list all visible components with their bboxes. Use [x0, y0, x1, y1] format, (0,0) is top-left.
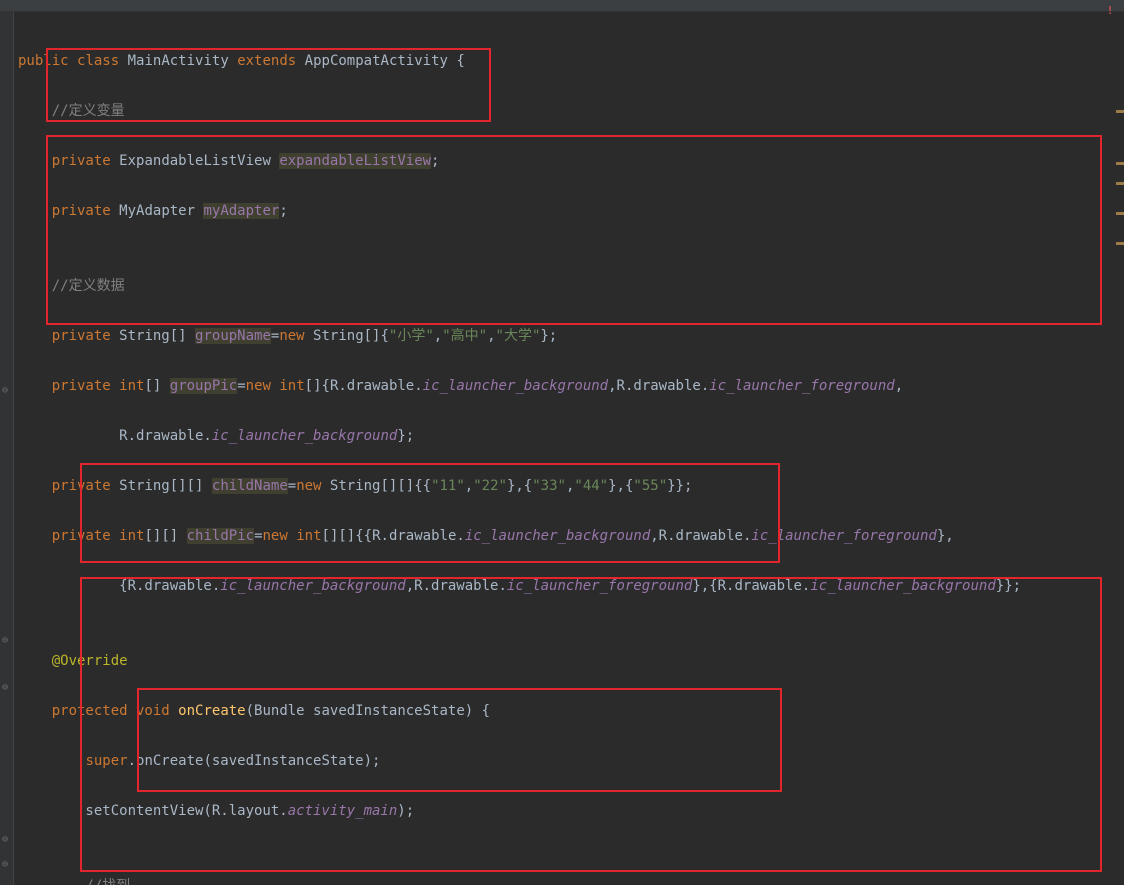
- mark[interactable]: [1116, 242, 1124, 245]
- code-editor[interactable]: public class MainActivity extends AppCom…: [14, 12, 1124, 885]
- keyword: class: [77, 53, 119, 69]
- keyword: public: [18, 53, 69, 69]
- mark[interactable]: [1116, 182, 1124, 185]
- keyword: extends: [237, 53, 296, 69]
- method: onCreate: [178, 703, 245, 719]
- editor-top-bar: [0, 0, 1124, 12]
- class-name: MainActivity: [128, 53, 229, 69]
- mark[interactable]: [1116, 162, 1124, 165]
- comment: //定义数据: [18, 278, 125, 294]
- fold-mark-icon[interactable]: ⊖: [2, 385, 12, 395]
- right-scroll-marks[interactable]: [1114, 12, 1124, 885]
- fold-mark-icon[interactable]: ⊖: [2, 635, 12, 645]
- mark[interactable]: [1116, 212, 1124, 215]
- annotation: @Override: [52, 653, 128, 669]
- fold-mark-icon[interactable]: ⊖: [2, 859, 12, 869]
- comment: //找到: [18, 878, 130, 885]
- field-highlight: expandableListView: [279, 153, 431, 169]
- super-class: AppCompatActivity: [305, 53, 448, 69]
- comment: //定义变量: [18, 103, 125, 119]
- fold-mark-icon[interactable]: ⊖: [2, 682, 12, 692]
- fold-mark-icon[interactable]: ⊖: [2, 834, 12, 844]
- mark[interactable]: [1116, 110, 1124, 113]
- field-highlight: myAdapter: [203, 203, 279, 219]
- editor-gutter[interactable]: ⊖ ⊖ ⊖ ⊖ ⊖: [0, 12, 14, 885]
